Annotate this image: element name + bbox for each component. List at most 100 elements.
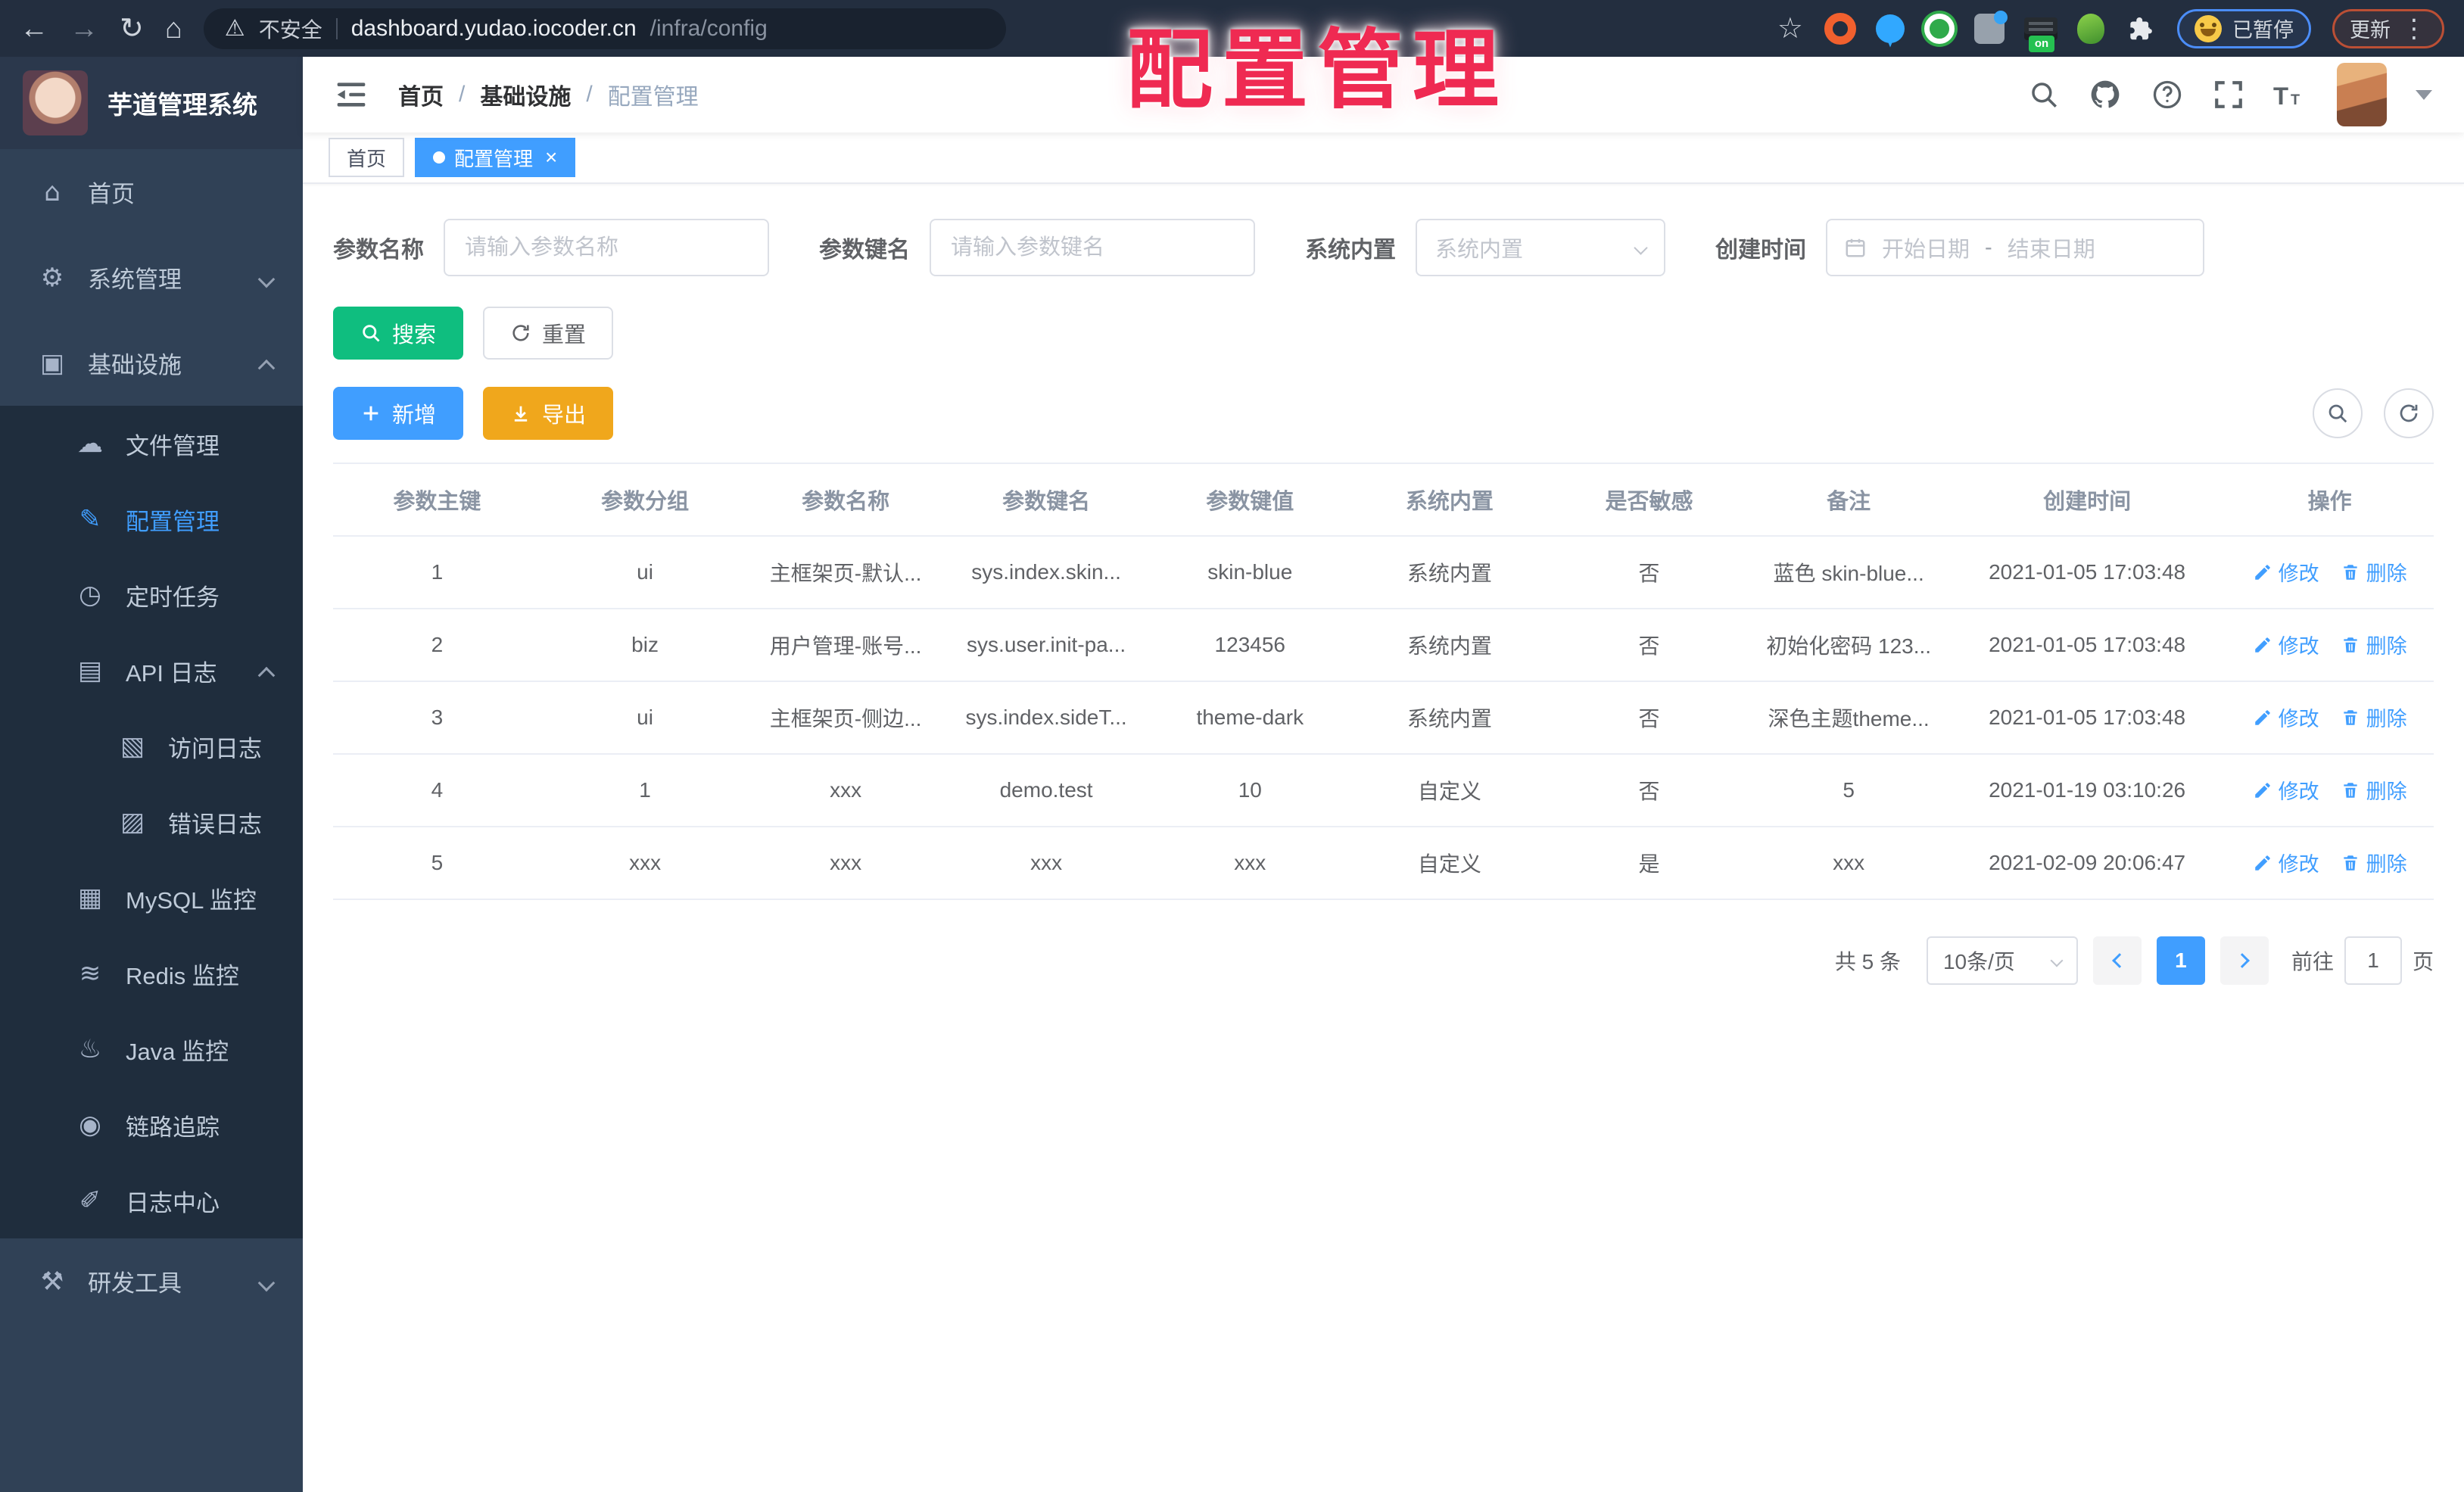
browser-menu-icon[interactable]: ⋮: [2401, 16, 2427, 42]
forward-icon[interactable]: →: [70, 14, 98, 43]
github-icon[interactable]: [2089, 78, 2122, 111]
chevron-right-icon: [2235, 953, 2250, 968]
breadcrumb-item[interactable]: 首页: [398, 78, 444, 111]
page-jump-input[interactable]: [2344, 936, 2402, 985]
sidebar: 芋道管理系统 ⌂ 首页 ⚙ 系统管理 ▣ 基础设施 ☁ 文件管理 ✎ 配置管理 ◷ 定时任务 ▤ API …: [0, 57, 303, 1492]
sidebar-item-api-log[interactable]: ▤ API 日志: [0, 633, 303, 709]
gray-grid-extension-icon[interactable]: [1974, 10, 2008, 44]
create-time-daterange[interactable]: 开始日期 - 结束日期: [1826, 219, 2204, 276]
prev-page-button[interactable]: [2092, 936, 2142, 985]
sidebar-item-infra[interactable]: ▣ 基础设施: [0, 320, 303, 406]
update-chip[interactable]: 更新 ⋮: [2332, 8, 2444, 48]
security-label[interactable]: 不安全: [259, 14, 322, 44]
user-avatar[interactable]: [2337, 63, 2387, 126]
blue-pin-extension-icon[interactable]: [1876, 14, 1905, 43]
param-name-input[interactable]: [444, 219, 769, 276]
edit-link[interactable]: 修改: [2253, 630, 2319, 659]
next-page-button[interactable]: [2219, 936, 2269, 985]
builtin-select[interactable]: 系统内置: [1416, 219, 1665, 276]
breadcrumb-item[interactable]: 基础设施: [480, 78, 571, 111]
delete-link[interactable]: 删除: [2341, 848, 2407, 877]
sidebar-item-label: 日志中心: [126, 1189, 220, 1216]
sidebar-item-mysql[interactable]: ▦ MySQL 监控: [0, 860, 303, 936]
table-row: 2 biz 用户管理-账号... sys.user.init-pa... 123456 系…: [333, 609, 2434, 682]
close-icon[interactable]: ×: [545, 147, 557, 168]
fullscreen-icon[interactable]: [2213, 79, 2244, 111]
font-size-icon[interactable]: TT: [2273, 79, 2308, 111]
reset-button[interactable]: 重置: [483, 307, 614, 360]
edit-link[interactable]: 修改: [2253, 557, 2319, 587]
param-key-input[interactable]: [930, 219, 1255, 276]
export-button[interactable]: 导出: [483, 387, 614, 440]
back-icon[interactable]: ←: [20, 14, 48, 43]
cell-builtin: 自定义: [1350, 754, 1550, 827]
edit-link[interactable]: 修改: [2253, 775, 2319, 805]
table-row: 1 ui 主框架页-默认... sys.index.skin... skin-blue 系…: [333, 536, 2434, 609]
green-sprout-extension-icon[interactable]: [2077, 13, 2104, 44]
edit-icon: [2253, 708, 2272, 727]
orange-ring-extension-icon[interactable]: [1824, 12, 1856, 45]
column-header: 参数名称: [749, 463, 942, 537]
delete-link[interactable]: 删除: [2341, 630, 2407, 659]
edit-link[interactable]: 修改: [2253, 848, 2319, 877]
sidebar-item-java[interactable]: ♨ Java 监控: [0, 1011, 303, 1087]
chevron-down-icon: [257, 270, 276, 288]
user-menu-caret-icon[interactable]: [2416, 89, 2432, 100]
error-log-icon: ▨: [120, 807, 145, 837]
sidebar-item-trace[interactable]: ◉ 链路追踪: [0, 1087, 303, 1163]
sidebar-collapse-icon[interactable]: [335, 78, 368, 111]
cell-value: xxx: [1150, 827, 1350, 900]
home-icon[interactable]: ⌂: [165, 14, 182, 43]
sidebar-item-log-center[interactable]: ✐ 日志中心: [0, 1163, 303, 1238]
edit-link[interactable]: 修改: [2253, 702, 2319, 732]
sidebar-item-file[interactable]: ☁ 文件管理: [0, 406, 303, 481]
sidebar-menu: ⌂ 首页 ⚙ 系统管理 ▣ 基础设施 ☁ 文件管理 ✎ 配置管理 ◷ 定时任务 ▤ API 日志 ▧ 访问日志…: [0, 149, 303, 1492]
delete-link[interactable]: 删除: [2341, 702, 2407, 732]
sidebar-item-config[interactable]: ✎ 配置管理: [0, 481, 303, 557]
edit-icon: [2253, 853, 2272, 873]
cell-actions: 修改 删除: [2226, 827, 2434, 900]
add-button[interactable]: 新增: [333, 387, 464, 440]
column-header: 参数键名: [942, 463, 1151, 537]
toggle-search-circle-button[interactable]: [2313, 388, 2363, 438]
cell-value: skin-blue: [1150, 536, 1350, 609]
delete-link[interactable]: 删除: [2341, 557, 2407, 587]
chevron-down-icon: [257, 1274, 276, 1291]
tab-配置管理[interactable]: 配置管理 ×: [415, 138, 576, 177]
search-button[interactable]: 搜索: [333, 307, 464, 360]
column-header: 创建时间: [1948, 463, 2226, 537]
pagination: 共 5 条 10条/页 1 前往 页: [333, 936, 2434, 985]
cell-actions: 修改 删除: [2226, 536, 2434, 609]
cell-sensitive: 否: [1549, 681, 1749, 755]
page-size-select[interactable]: 10条/页: [1926, 936, 2078, 985]
profile-paused-chip[interactable]: 已暂停: [2177, 8, 2311, 48]
dark-list-on-extension-icon[interactable]: [2024, 17, 2057, 52]
url-host: dashboard.yudao.iocoder.cn: [350, 15, 637, 41]
green-shield-extension-icon[interactable]: [1924, 13, 1955, 44]
filter-label: 参数名称: [333, 238, 424, 263]
header-search-icon[interactable]: [2028, 79, 2060, 111]
white-puzzle-extension-icon[interactable]: [2124, 13, 2156, 45]
content-area: 参数名称参数键名系统内置系统内置创建时间开始日期-结束日期 搜索 重置: [303, 184, 2464, 1492]
cell-builtin: 系统内置: [1350, 536, 1550, 609]
sidebar-item-job[interactable]: ◷ 定时任务: [0, 557, 303, 633]
sidebar-item-system[interactable]: ⚙ 系统管理: [0, 235, 303, 320]
refresh-table-circle-button[interactable]: [2384, 388, 2434, 438]
help-doc-icon[interactable]: [2151, 78, 2184, 111]
sidebar-item-dev-tools[interactable]: ⚒ 研发工具: [0, 1238, 303, 1324]
sidebar-item-error-log[interactable]: ▨ 错误日志: [0, 784, 303, 860]
bookmark-star-icon[interactable]: ☆: [1777, 11, 1803, 45]
delete-link[interactable]: 删除: [2341, 775, 2407, 805]
sidebar-item-home[interactable]: ⌂ 首页: [0, 149, 303, 235]
cell-id: 5: [333, 827, 541, 900]
current-page-button[interactable]: 1: [2156, 936, 2205, 985]
sidebar-logo[interactable]: 芋道管理系统: [0, 57, 303, 149]
table-row: 3 ui 主框架页-侧边... sys.index.sideT... theme-dar…: [333, 681, 2434, 755]
address-bar[interactable]: ⚠ 不安全 dashboard.yudao.iocoder.cn/infra/c…: [203, 8, 1006, 49]
cell-created: 2021-01-05 17:03:48: [1948, 609, 2226, 682]
sidebar-item-redis[interactable]: ≋ Redis 监控: [0, 936, 303, 1011]
browser-toolbar: ← → ↻ ⌂ ⚠ 不安全 dashboard.yudao.iocoder.cn…: [0, 0, 2464, 57]
reload-icon[interactable]: ↻: [120, 14, 144, 43]
tab-首页[interactable]: 首页: [329, 138, 405, 177]
sidebar-item-access-log[interactable]: ▧ 访问日志: [0, 709, 303, 784]
